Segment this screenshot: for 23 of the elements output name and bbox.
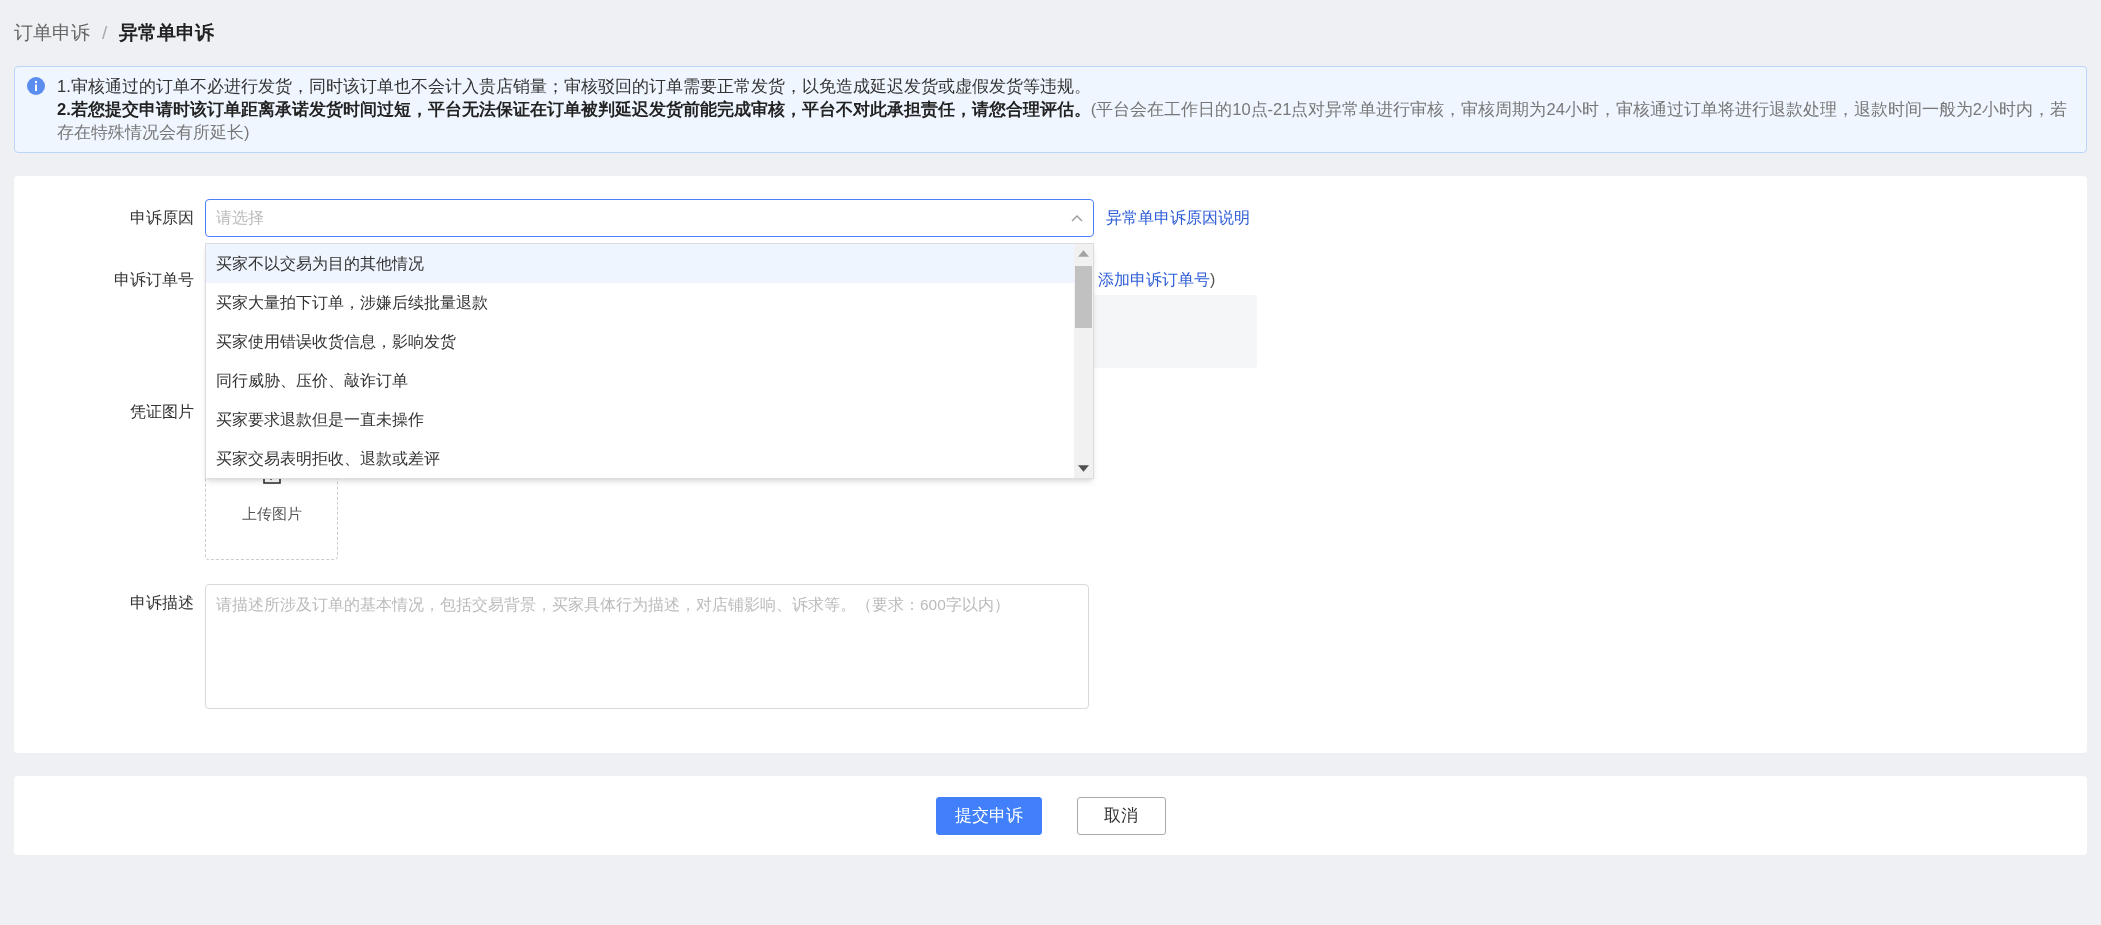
info-icon xyxy=(27,77,45,95)
add-order-link[interactable]: 添加申诉订单号 xyxy=(1098,271,1210,288)
bracket-text: ) xyxy=(1210,271,1216,288)
field-label: 凭证图片 xyxy=(130,402,194,422)
breadcrumb-separator: / xyxy=(102,20,108,45)
scrollbar-thumb[interactable] xyxy=(1075,266,1092,328)
dropdown-option[interactable]: 买家交易表明拒收、退款或差评 xyxy=(206,439,1074,478)
scroll-up-icon[interactable] xyxy=(1078,250,1089,257)
scrollbar[interactable] xyxy=(1074,244,1093,478)
submit-button[interactable]: 提交申诉 xyxy=(935,796,1042,835)
breadcrumb-item[interactable]: 订单申诉 xyxy=(14,18,90,48)
field-label: 申诉描述 xyxy=(130,593,194,613)
scroll-down-icon[interactable] xyxy=(1078,465,1089,472)
field-label: 申诉订单号 xyxy=(114,270,194,290)
caret-icon xyxy=(1071,214,1083,222)
notice-text: 1.审核通过的订单不必进行发货，同时该订单也不会计入贵店销量；审核驳回的订单需要正常发货，以免造成延迟发货或虚假发货等违规。 xyxy=(57,76,1092,97)
breadcrumb-item: 异常单申诉 xyxy=(119,20,215,45)
field-label: 申诉原因 xyxy=(130,208,194,228)
reason-help-link[interactable]: 异常单申诉原因说明 xyxy=(1106,199,1250,237)
cancel-button[interactable]: 取消 xyxy=(1076,796,1166,835)
description-field[interactable]: 请描述所涉及订单的基本情况，包括交易背景，买家具体行为描述，对店铺影响、诉求等。（要求：600字以内） xyxy=(205,584,1089,709)
notice-text: 2.若您提交申请时该订单距离承诺发货时间过短，平台无法保证在订单被判延迟发货前能完成审核，平台不对此承担责任，请您合理评估。(平台会在工作日的10点-21点对异常单进行审核，审核周期为24小时，审核通过订单将进行退款处理，退款时间一般为2小时内，若存在特殊情况会有所延长) xyxy=(57,99,2068,143)
dropdown-option[interactable]: 买家不以交易为目的其他情况 xyxy=(206,244,1074,283)
